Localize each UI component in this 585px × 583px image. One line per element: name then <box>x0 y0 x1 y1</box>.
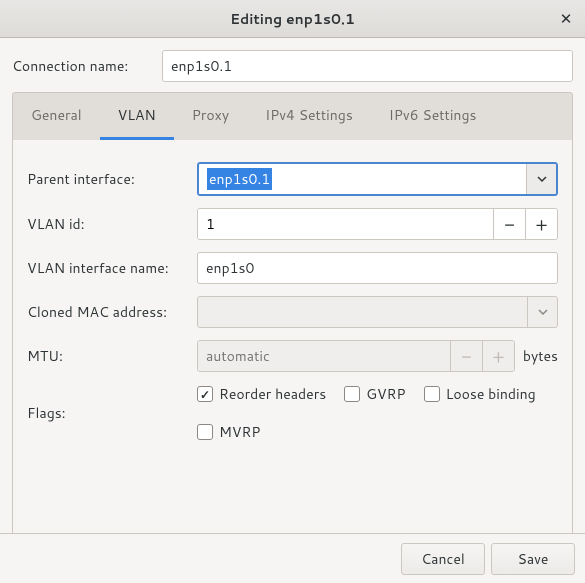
parent-interface-input[interactable]: enp1s0.1 <box>199 164 526 194</box>
plus-icon: + <box>492 343 504 369</box>
vlan-panel: Parent interface: enp1s0.1 VLAN id: − <box>12 140 573 545</box>
mtu-row: MTU: − + bytes <box>27 340 558 372</box>
chevron-down-icon <box>537 174 547 184</box>
vlan-id-input[interactable] <box>198 209 493 239</box>
parent-interface-dropdown-button[interactable] <box>526 164 556 194</box>
vlan-interface-name-row: VLAN interface name: <box>27 252 558 284</box>
cloned-mac-dropdown-button[interactable] <box>527 297 557 327</box>
vlan-id-row: VLAN id: − + <box>27 208 558 240</box>
vlan-id-increment[interactable]: + <box>525 209 557 239</box>
connection-name-label: Connection name: <box>12 56 162 76</box>
checkbox-icon <box>424 386 440 402</box>
flag-loose-label: Loose binding <box>446 384 536 404</box>
mtu-suffix: bytes <box>523 346 558 366</box>
flag-reorder-headers[interactable]: Reorder headers <box>197 384 326 404</box>
flag-mvrp[interactable]: MVRP <box>197 422 260 442</box>
vlan-id-label: VLAN id: <box>27 214 197 234</box>
minus-icon: − <box>461 343 472 369</box>
cloned-mac-label: Cloned MAC address: <box>27 302 197 322</box>
mtu-label: MTU: <box>27 346 197 366</box>
tab-ipv4[interactable]: IPv4 Settings <box>247 93 371 140</box>
dialog-footer: Cancel Save <box>0 533 585 583</box>
mtu-increment: + <box>482 341 514 371</box>
flag-reorder-label: Reorder headers <box>219 384 326 404</box>
titlebar: Editing enp1s0.1 ✕ <box>0 0 585 38</box>
minus-icon: − <box>504 211 515 237</box>
close-icon: ✕ <box>560 8 573 29</box>
checkbox-icon <box>197 424 213 440</box>
plus-icon: + <box>535 211 547 237</box>
vlan-id-spinner: − + <box>197 208 558 240</box>
cloned-mac-combo[interactable] <box>197 296 558 328</box>
parent-interface-combo[interactable]: enp1s0.1 <box>197 162 558 196</box>
cancel-button[interactable]: Cancel <box>401 543 485 575</box>
parent-interface-label: Parent interface: <box>27 169 197 189</box>
content-area: Connection name: General VLAN Proxy IPv4… <box>0 38 585 557</box>
tab-proxy[interactable]: Proxy <box>174 93 247 140</box>
vlan-interface-name-input[interactable] <box>197 252 558 284</box>
cloned-mac-row: Cloned MAC address: <box>27 296 558 328</box>
mtu-input[interactable] <box>198 341 450 371</box>
flag-gvrp[interactable]: GVRP <box>344 384 405 404</box>
tab-general[interactable]: General <box>13 93 100 140</box>
tab-ipv6[interactable]: IPv6 Settings <box>371 93 495 140</box>
vlan-id-decrement[interactable]: − <box>493 209 525 239</box>
checkbox-icon <box>344 386 360 402</box>
flag-gvrp-label: GVRP <box>366 384 405 404</box>
vlan-interface-name-label: VLAN interface name: <box>27 258 197 278</box>
tab-vlan[interactable]: VLAN <box>100 93 174 140</box>
flags-row: Flags: Reorder headers GVRP Loose bindin… <box>27 384 558 442</box>
connection-name-input[interactable] <box>162 50 573 82</box>
flag-loose-binding[interactable]: Loose binding <box>424 384 536 404</box>
mtu-decrement: − <box>450 341 482 371</box>
save-button[interactable]: Save <box>491 543 575 575</box>
parent-interface-row: Parent interface: enp1s0.1 <box>27 162 558 196</box>
tab-bar: General VLAN Proxy IPv4 Settings IPv6 Se… <box>12 92 573 140</box>
chevron-down-icon <box>538 307 548 317</box>
flags-label: Flags: <box>27 403 197 423</box>
flag-mvrp-label: MVRP <box>219 422 260 442</box>
window-title: Editing enp1s0.1 <box>0 9 585 29</box>
close-button[interactable]: ✕ <box>555 8 577 30</box>
checkbox-checked-icon <box>197 386 213 402</box>
mtu-spinner: − + <box>197 340 515 372</box>
connection-name-row: Connection name: <box>12 50 573 82</box>
cloned-mac-input[interactable] <box>198 297 527 327</box>
